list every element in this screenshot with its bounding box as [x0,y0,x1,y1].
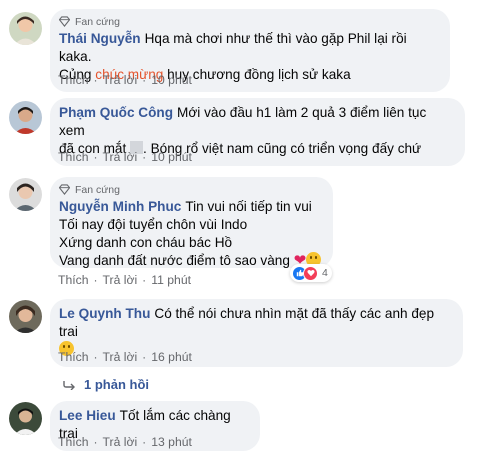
reaction-summary[interactable]: 4 [290,264,332,282]
reply-button[interactable]: Trả lời [103,273,138,287]
diamond-icon [59,16,70,27]
comment-line: Tin vui nối tiếp tin vui [185,199,312,214]
fan-badge: Fan cứng [59,15,440,28]
like-button[interactable]: Thích [58,350,88,364]
comment-line: Xứng danh con cháu bác Hồ [59,235,233,250]
reaction-count: 4 [322,267,328,279]
comment-actions: Thích · Trả lời · 11 phút [58,273,191,287]
comment-bubble: Fan cứng Nguyễn Minh Phuc Tin vui nối tiế… [50,177,333,270]
avatar[interactable] [9,101,42,134]
comment-time[interactable]: 10 phút [151,73,192,87]
comment-author[interactable]: Phạm Quốc Công [59,105,173,120]
like-button[interactable]: Thích [58,273,88,287]
comment-actions: Thích · Trả lời · 16 phút [58,350,192,364]
diamond-icon [59,184,70,195]
view-replies-link[interactable]: 1 phản hồi [62,377,149,392]
avatar[interactable] [9,178,42,211]
comment-actions: Thích · Trả lời · 13 phút [58,435,192,449]
comment-line: Vang danh đất nước điểm tô sao vàng [59,253,290,268]
reply-arrow-icon [63,380,75,390]
like-button[interactable]: Thích [58,150,88,164]
comment-line: Tối nay đội tuyển chôn vùi Indo [59,217,248,232]
avatar[interactable] [9,12,42,45]
comment-time[interactable]: 13 phút [151,435,192,449]
like-button[interactable]: Thích [58,435,88,449]
comment-author[interactable]: Le Quynh Thu [59,306,150,321]
comment-author[interactable]: Lee Hieu [59,408,116,423]
comment-author[interactable]: Thái Nguyễn [59,31,141,46]
comment-actions: Thích · Trả lời · 10 phút [58,150,192,164]
comment-time[interactable]: 11 phút [151,273,191,287]
badge-label: Fan cứng [75,183,120,196]
reply-button[interactable]: Trả lời [103,150,138,164]
reply-button[interactable]: Trả lời [103,73,138,87]
replies-count: 1 phản hồi [84,377,149,392]
like-button[interactable]: Thích [58,73,88,87]
badge-label: Fan cứng [75,15,120,28]
comment-time[interactable]: 16 phút [151,350,192,364]
fan-badge: Fan cứng [59,183,323,196]
love-reaction-icon [303,265,318,281]
reply-button[interactable]: Trả lời [103,435,138,449]
comment-author[interactable]: Nguyễn Minh Phuc [59,199,181,214]
comment-actions: Thích · Trả lời · 10 phút [58,73,192,87]
comment-time[interactable]: 10 phút [151,150,192,164]
reply-button[interactable]: Trả lời [103,350,138,364]
comment-text: Nguyễn Minh Phuc Tin vui nối tiếp tin vui… [59,198,323,270]
avatar[interactable] [9,402,42,435]
avatar[interactable] [9,300,42,333]
